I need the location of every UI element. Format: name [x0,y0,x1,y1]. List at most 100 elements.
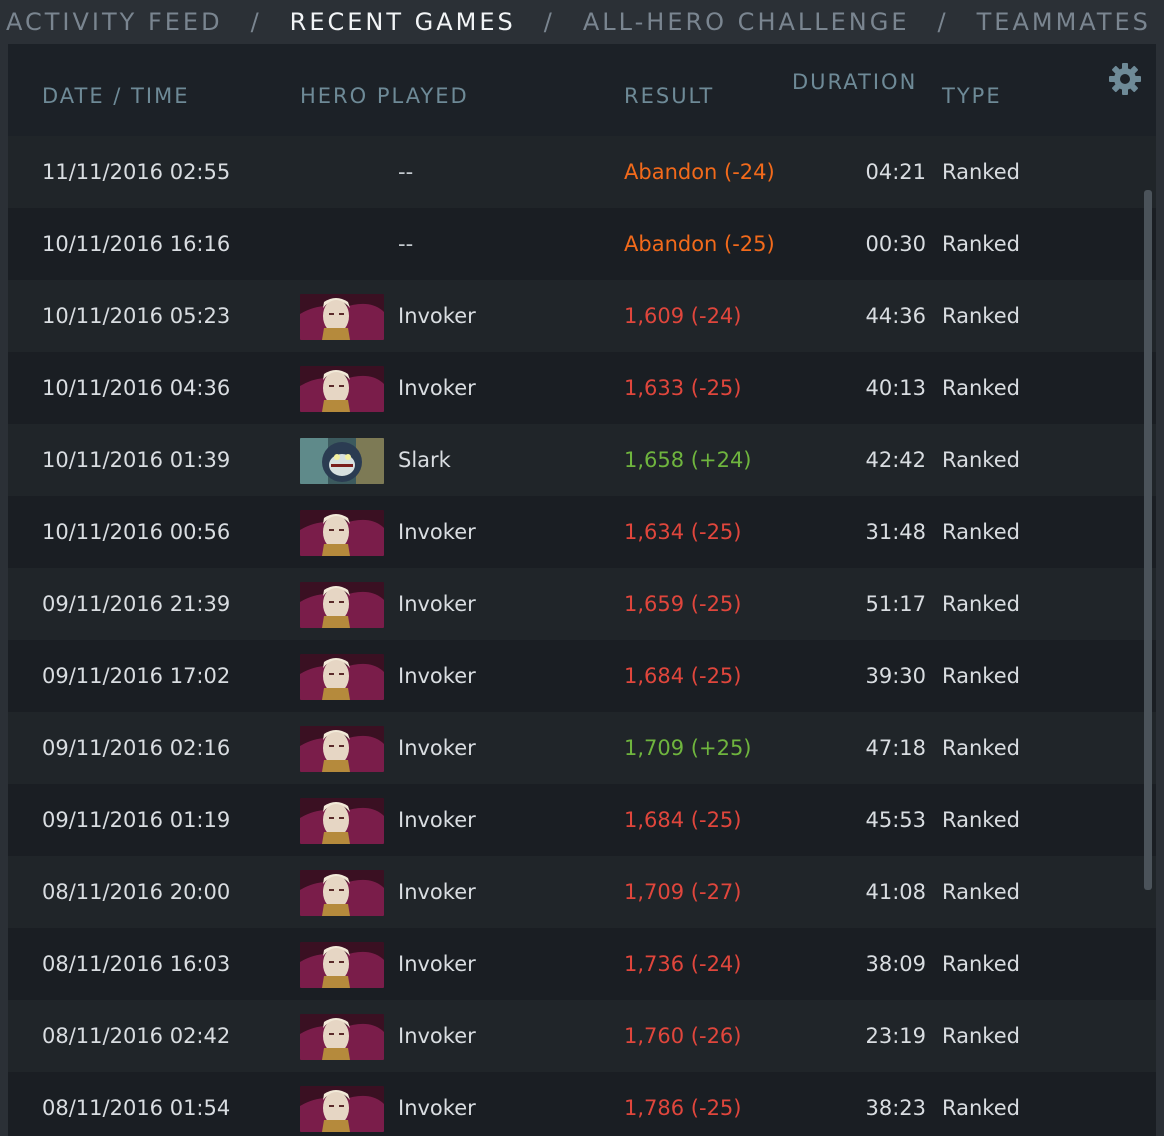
match-result: Abandon (-25) [624,232,775,256]
match-type: Ranked [942,664,1020,688]
table-row[interactable]: 10/11/2016 00:56 Invoker 1,634 (-25) 31:48 R… [8,496,1156,568]
invoker-portrait[interactable] [300,654,384,700]
nav-separator: / [937,8,949,36]
match-type: Ranked [942,160,1020,184]
match-date-time: 09/11/2016 17:02 [42,664,231,688]
table-row[interactable]: 08/11/2016 20:00 Invoker 1,709 (-27) 41:08 R… [8,856,1156,928]
match-duration: 51:17 [865,592,926,616]
match-type: Ranked [942,1096,1020,1120]
table-row[interactable]: 08/11/2016 01:54 Invoker 1,786 (-25) 38:23 R… [8,1072,1156,1136]
table-header: DATE / TIME HERO PLAYED RESULT DURATION … [8,44,1156,136]
match-date-time: 08/11/2016 02:42 [42,1024,231,1048]
invoker-portrait[interactable] [300,582,384,628]
match-result: 1,709 (-27) [624,880,742,904]
slark-portrait[interactable] [300,438,384,484]
table-row[interactable]: 09/11/2016 01:19 Invoker 1,684 (-25) 45:53 R… [8,784,1156,856]
header-result[interactable]: RESULT [624,84,714,108]
match-duration: 31:48 [865,520,926,544]
match-result: 1,634 (-25) [624,520,742,544]
match-duration: 23:19 [865,1024,926,1048]
match-result: 1,684 (-25) [624,664,742,688]
invoker-portrait[interactable] [300,510,384,556]
table-row[interactable]: 08/11/2016 02:42 Invoker 1,760 (-26) 23:19 R… [8,1000,1156,1072]
invoker-portrait[interactable] [300,366,384,412]
match-duration: 40:13 [865,376,926,400]
table-row[interactable]: 09/11/2016 17:02 Invoker 1,684 (-25) 39:30 R… [8,640,1156,712]
match-type: Ranked [942,736,1020,760]
hero-name: Invoker [398,1096,476,1120]
match-date-time: 08/11/2016 20:00 [42,880,231,904]
hero-name: Invoker [398,592,476,616]
match-date-time: 09/11/2016 01:19 [42,808,231,832]
match-duration: 44:36 [865,304,926,328]
invoker-portrait[interactable] [300,870,384,916]
match-duration: 04:21 [865,160,926,184]
table-row[interactable]: 09/11/2016 21:39 Invoker 1,659 (-25) 51:17 R… [8,568,1156,640]
match-date-time: 10/11/2016 00:56 [42,520,231,544]
tab-teammates[interactable]: TEAMMATES [977,8,1151,36]
match-result: 1,659 (-25) [624,592,742,616]
match-duration: 39:30 [865,664,926,688]
match-type: Ranked [942,448,1020,472]
match-date-time: 10/11/2016 05:23 [42,304,231,328]
match-date-time: 10/11/2016 04:36 [42,376,231,400]
hero-name: Slark [398,448,451,472]
match-date-time: 11/11/2016 02:55 [42,160,231,184]
hero-name: Invoker [398,664,476,688]
match-duration: 42:42 [865,448,926,472]
match-duration: 45:53 [865,808,926,832]
games-list: 11/11/2016 02:55 -- Abandon (-24) 04:21 Rank… [8,136,1156,1136]
header-hero-played[interactable]: HERO PLAYED [300,84,469,108]
match-duration: 38:23 [865,1096,926,1120]
match-date-time: 10/11/2016 16:16 [42,232,231,256]
header-type[interactable]: TYPE [942,84,1002,108]
match-result: 1,658 (+24) [624,448,752,472]
table-row[interactable]: 09/11/2016 02:16 Invoker 1,709 (+25) 47:18 R… [8,712,1156,784]
match-result: 1,736 (-24) [624,952,742,976]
match-date-time: 09/11/2016 21:39 [42,592,231,616]
top-navigation: ACTIVITY FEED / RECENT GAMES / ALL-HERO … [0,0,1164,44]
invoker-portrait[interactable] [300,1086,384,1132]
hero-name: Invoker [398,808,476,832]
match-date-time: 09/11/2016 02:16 [42,736,231,760]
match-duration: 47:18 [865,736,926,760]
table-row[interactable]: 08/11/2016 16:03 Invoker 1,736 (-24) 38:09 R… [8,928,1156,1000]
match-result: 1,760 (-26) [624,1024,742,1048]
invoker-portrait[interactable] [300,942,384,988]
table-row[interactable]: 10/11/2016 05:23 Invoker 1,609 (-24) 44:36 R… [8,280,1156,352]
match-type: Ranked [942,592,1020,616]
match-duration: 41:08 [865,880,926,904]
tab-activity-feed[interactable]: ACTIVITY FEED [6,8,223,36]
invoker-portrait[interactable] [300,798,384,844]
header-duration[interactable]: DURATION [792,70,917,94]
invoker-portrait[interactable] [300,726,384,772]
tab-recent-games[interactable]: RECENT GAMES [290,8,516,36]
table-row[interactable]: 10/11/2016 01:39 Slark 1,658 (+24) 42:42 Ran… [8,424,1156,496]
invoker-portrait[interactable] [300,1014,384,1060]
match-type: Ranked [942,304,1020,328]
gear-icon[interactable] [1108,62,1142,96]
header-date-time[interactable]: DATE / TIME [42,84,189,108]
recent-games-panel: DATE / TIME HERO PLAYED RESULT DURATION … [8,44,1156,1136]
table-row[interactable]: 10/11/2016 16:16 -- Abandon (-25) 00:30 Rank… [8,208,1156,280]
hero-name: Invoker [398,1024,476,1048]
match-type: Ranked [942,376,1020,400]
match-type: Ranked [942,232,1020,256]
table-row[interactable]: 11/11/2016 02:55 -- Abandon (-24) 04:21 Rank… [8,136,1156,208]
match-result: 1,709 (+25) [624,736,752,760]
tab-all-hero-challenge[interactable]: ALL-HERO CHALLENGE [583,8,910,36]
hero-name: Invoker [398,736,476,760]
hero-name: Invoker [398,520,476,544]
match-type: Ranked [942,1024,1020,1048]
match-duration: 00:30 [865,232,926,256]
invoker-portrait[interactable] [300,294,384,340]
nav-separator: / [543,8,555,36]
match-type: Ranked [942,880,1020,904]
hero-name: Invoker [398,880,476,904]
match-result: 1,786 (-25) [624,1096,742,1120]
scrollbar[interactable] [1144,190,1152,890]
hero-name: Invoker [398,376,476,400]
table-row[interactable]: 10/11/2016 04:36 Invoker 1,633 (-25) 40:13 R… [8,352,1156,424]
match-result: 1,684 (-25) [624,808,742,832]
hero-name: -- [398,232,414,256]
